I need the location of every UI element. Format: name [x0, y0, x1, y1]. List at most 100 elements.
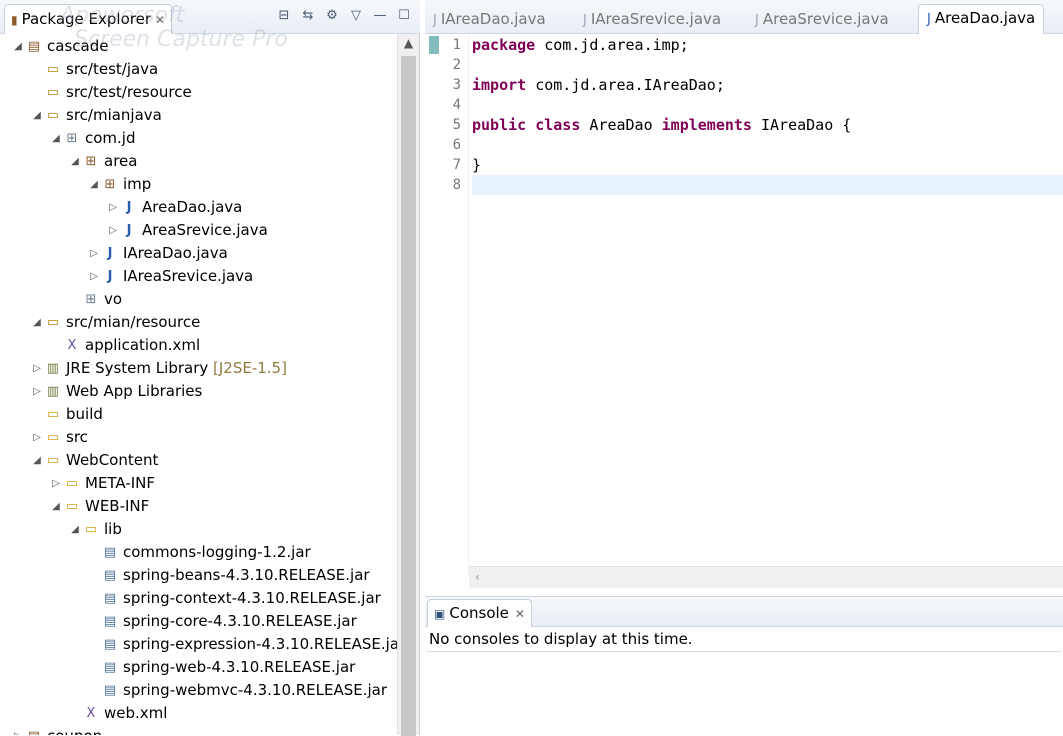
package-explorer-tab[interactable]: ▮ Package Explorer ✕ — [4, 4, 172, 34]
editor-tab[interactable]: J IAreaSrevice.java — [583, 6, 721, 34]
tree-item[interactable]: Xweb.xml — [0, 702, 397, 725]
scroll-up-icon[interactable]: ▲ — [398, 36, 419, 50]
keyword-token: public — [472, 116, 527, 134]
collapsed-arrow-icon[interactable]: ▷ — [31, 426, 43, 449]
minimize-icon[interactable]: — — [372, 8, 388, 24]
library-icon: ▥ — [46, 361, 60, 376]
tree-item-label: imp — [123, 175, 152, 193]
keyword-token: implements — [661, 116, 752, 134]
tree-item[interactable]: ◢ ▭ WebContent — [0, 449, 397, 472]
tree-item[interactable]: ⊞ vo — [0, 288, 397, 311]
tree-item[interactable]: ▷ J IAreaSrevice.java — [0, 265, 397, 288]
java-file-icon: J — [107, 246, 113, 261]
tree-item[interactable]: ▷ J AreaSrevice.java — [0, 219, 397, 242]
tree-item[interactable]: ◢ ▭ src/mian/resource — [0, 311, 397, 334]
expanded-arrow-icon[interactable]: ◢ — [31, 104, 43, 127]
tree-item[interactable]: ▤ spring-expression-4.3.10.RELEASE.jar — [0, 633, 397, 656]
code-line[interactable] — [472, 135, 1063, 155]
tree-item-label: src/mianjava — [66, 106, 162, 124]
editor-horizontal-scrollbar[interactable]: ‹ — [469, 566, 1063, 588]
tree-item[interactable]: ▭ src/test/java — [0, 58, 397, 81]
editor-tab[interactable]: J IAreaDao.java — [433, 6, 546, 34]
tree-item[interactable]: ▷ ▥ JRE System Library [J2SE-1.5] — [0, 357, 397, 380]
tree-vertical-scrollbar[interactable]: ▲ — [397, 34, 419, 736]
collapsed-arrow-icon[interactable]: ▷ — [31, 357, 43, 380]
code-line[interactable] — [472, 175, 1063, 195]
code-line[interactable]: package com.jd.area.imp; — [472, 35, 1063, 55]
editor-tab[interactable]: J AreaDao.java — [918, 4, 1045, 34]
tree-item[interactable]: ◢ ⊞ com.jd — [0, 127, 397, 150]
source-folder-icon: ▭ — [46, 108, 60, 123]
scroll-thumb[interactable] — [401, 56, 416, 736]
expanded-arrow-icon[interactable]: ◢ — [88, 173, 100, 196]
tree-item[interactable]: ▤ spring-webmvc-4.3.10.RELEASE.jar — [0, 679, 397, 702]
code-line[interactable] — [472, 95, 1063, 115]
collapsed-arrow-icon[interactable]: ▷ — [107, 219, 119, 242]
tree-item[interactable]: ▷ J AreaDao.java — [0, 196, 397, 219]
tree-item[interactable]: ◢ ▭ lib — [0, 518, 397, 541]
code-line[interactable]: } — [472, 155, 1063, 175]
tree-item-label: WebContent — [66, 451, 159, 469]
tree-item[interactable]: ▤ spring-core-4.3.10.RELEASE.jar — [0, 610, 397, 633]
expanded-arrow-icon[interactable]: ◢ — [12, 35, 24, 58]
collapsed-arrow-icon[interactable]: ▷ — [107, 196, 119, 219]
collapse-all-icon[interactable]: ⊟ — [276, 8, 292, 24]
project-tree: ◢ ▤ cascade ▭ src/test/java ▭ src/test/resourc… — [0, 34, 397, 735]
expanded-arrow-icon[interactable]: ◢ — [31, 449, 43, 472]
tree-item-label: coupon — [47, 725, 102, 735]
collapsed-arrow-icon[interactable]: ▷ — [50, 472, 62, 495]
expanded-arrow-icon[interactable]: ◢ — [31, 311, 43, 334]
expanded-arrow-icon[interactable]: ◢ — [50, 127, 62, 150]
tree-item[interactable]: ◢ ▭ src/mianjava — [0, 104, 397, 127]
view-menu-icon[interactable]: ▽ — [348, 8, 364, 24]
tree-item[interactable]: ◢ ⊞ area — [0, 150, 397, 173]
tree-item[interactable]: ▭ build — [0, 403, 397, 426]
code-editor[interactable]: 1 2 3 4 5 6 7 8 package com.jd.area.imp; import … — [425, 34, 1063, 574]
tree-item[interactable]: Xapplication.xml — [0, 334, 397, 357]
expanded-arrow-icon[interactable]: ◢ — [69, 150, 81, 173]
tree-item[interactable]: ◢ ⊞ imp — [0, 173, 397, 196]
folder-icon: ▭ — [65, 476, 79, 491]
code-line[interactable]: import com.jd.area.IAreaDao; — [472, 75, 1063, 95]
line-number-gutter: 1 2 3 4 5 6 7 8 — [425, 34, 469, 574]
tree-item[interactable]: ▷ ▭ META-INF — [0, 472, 397, 495]
maximize-icon[interactable]: ☐ — [396, 8, 412, 24]
editor-tab-label: AreaDao.java — [934, 9, 1036, 27]
tree-item[interactable]: ▷ ▥ Web App Libraries — [0, 380, 397, 403]
editor-tab[interactable]: J AreaSrevice.java — [755, 6, 889, 34]
package-empty-icon: ⊞ — [66, 131, 78, 146]
tree-item[interactable]: ▭ src/test/resource — [0, 81, 397, 104]
tree-item[interactable]: ▷ ▭ src — [0, 426, 397, 449]
tree-item[interactable]: ▤ spring-web-4.3.10.RELEASE.jar — [0, 656, 397, 679]
tree-item[interactable]: ▤ commons-logging-1.2.jar — [0, 541, 397, 564]
code-line[interactable]: public class AreaDao implements IAreaDao… — [472, 115, 1063, 135]
tree-item[interactable]: ▷▤ coupon — [0, 725, 397, 735]
collapsed-arrow-icon[interactable]: ▷ — [88, 242, 100, 265]
console-tabbar: ▣ Console ✕ — [425, 597, 1063, 627]
collapsed-arrow-icon[interactable]: ▷ — [31, 380, 43, 403]
focus-icon[interactable]: ⚙ — [324, 8, 340, 24]
close-icon[interactable]: ✕ — [155, 13, 165, 27]
tree-item-label: src/mian/resource — [66, 313, 201, 331]
line-number: 7 — [452, 157, 461, 173]
library-icon: ▥ — [46, 384, 60, 399]
package-explorer-toolbar: ⊟ ⇆ ⚙ ▽ — ☐ — [276, 8, 412, 24]
code-line[interactable] — [472, 55, 1063, 75]
expanded-arrow-icon[interactable]: ◢ — [69, 518, 81, 541]
tree-item[interactable]: ▤ spring-beans-4.3.10.RELEASE.jar — [0, 564, 397, 587]
close-icon[interactable]: ✕ — [515, 607, 525, 621]
scroll-left-icon[interactable]: ‹ — [475, 570, 480, 584]
tree-item[interactable]: ◢ ▭ WEB-INF — [0, 495, 397, 518]
expanded-arrow-icon[interactable]: ◢ — [50, 495, 62, 518]
project-icon: ▤ — [27, 39, 41, 54]
collapsed-arrow-icon[interactable]: ▷ — [12, 725, 24, 735]
folder-icon: ▭ — [46, 407, 60, 422]
tree-item[interactable]: ▷ J IAreaDao.java — [0, 242, 397, 265]
tree-item[interactable]: ▤ spring-context-4.3.10.RELEASE.jar — [0, 587, 397, 610]
link-with-editor-icon[interactable]: ⇆ — [300, 8, 316, 24]
console-tab[interactable]: ▣ Console ✕ — [427, 599, 532, 627]
collapsed-arrow-icon[interactable]: ▷ — [88, 265, 100, 288]
java-file-icon: J — [583, 13, 587, 28]
tree-item[interactable]: ◢ ▤ cascade — [0, 35, 397, 58]
code-token: AreaDao — [580, 116, 662, 134]
